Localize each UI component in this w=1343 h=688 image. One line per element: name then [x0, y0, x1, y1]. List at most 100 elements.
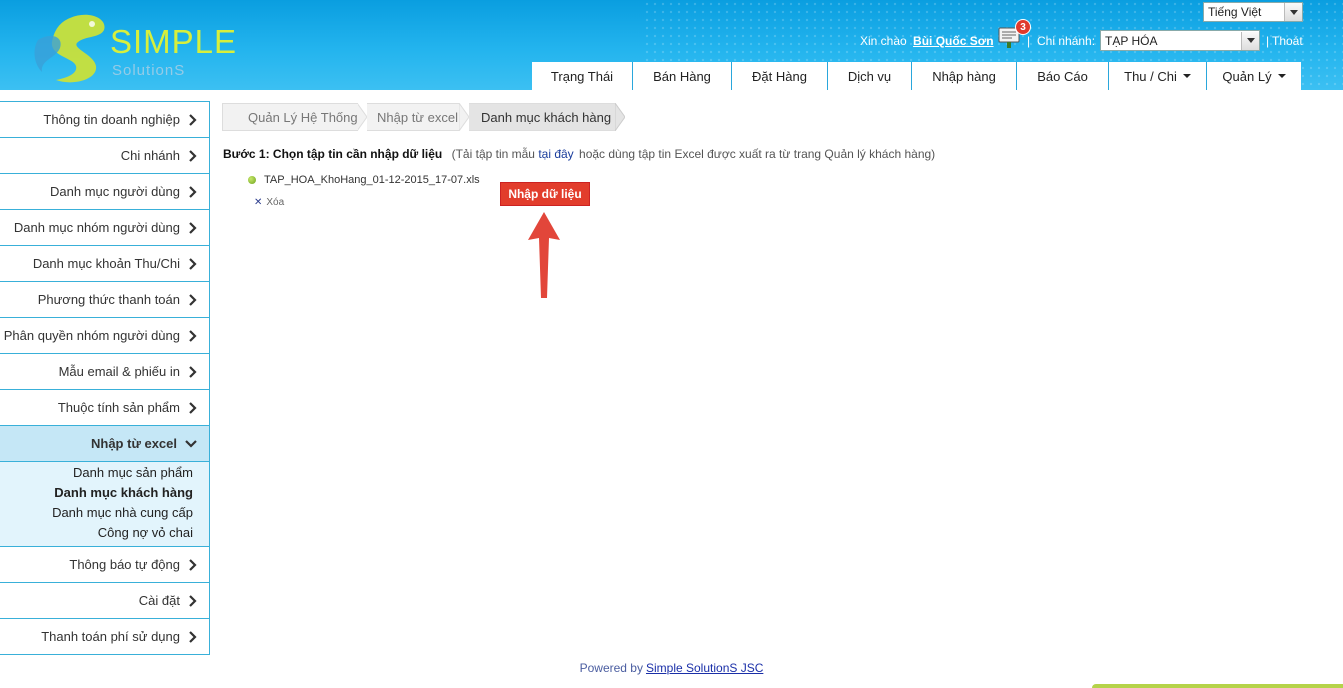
sidebar-item-label: Danh mục khoản Thu/Chi: [32, 256, 180, 271]
greeting-text: Xin chào: [860, 34, 907, 48]
branch-value: TẠP HÓA: [1105, 33, 1158, 48]
sidebar: Thông tin doanh nghiệp Chi nhánh Danh mụ…: [0, 101, 210, 655]
greeting: Xin chào Bùi Quốc Sơn: [860, 34, 994, 48]
sidebar-item-label: Mẫu email & phiếu in: [58, 364, 180, 379]
chevron-right-icon: [189, 594, 197, 607]
sidebar-item-users[interactable]: Danh mục người dùng: [0, 174, 210, 210]
tab-ban-hang[interactable]: Bán Hàng: [633, 62, 732, 90]
chevron-right-icon: [189, 329, 197, 342]
tab-dat-hang[interactable]: Đặt Hàng: [732, 62, 828, 90]
arrow-up-icon: [528, 212, 560, 298]
breadcrumb-label: Danh mục khách hàng: [481, 110, 612, 125]
breadcrumb-label: Quản Lý Hệ Thống: [248, 110, 358, 125]
chevron-right-icon: [189, 149, 197, 162]
main-nav: Trạng Thái Bán Hàng Đặt Hàng Dịch vụ Nhậ…: [532, 62, 1301, 90]
tab-label: Bán Hàng: [653, 68, 711, 84]
separator: |: [1266, 34, 1270, 48]
sidebar-item-label: Thông tin doanh nghiệp: [43, 112, 180, 127]
sidebar-item-income-expense[interactable]: Danh mục khoản Thu/Chi: [0, 246, 210, 282]
chevron-right-icon: [189, 257, 197, 270]
tab-bao-cao[interactable]: Báo Cáo: [1017, 62, 1109, 90]
chevron-right-icon: [189, 221, 197, 234]
chevron-right-icon: [189, 630, 197, 643]
file-status-icon: [248, 176, 256, 184]
tab-label: Nhập hàng: [932, 68, 996, 84]
chevron-right-icon: [189, 558, 197, 571]
breadcrumb: Quản Lý Hệ Thống Nhập từ excel Danh mục …: [222, 103, 625, 131]
separator: |: [1027, 34, 1031, 48]
breadcrumb-label: Nhập từ excel: [377, 110, 458, 125]
sidebar-item-user-groups[interactable]: Danh mục nhóm người dùng: [0, 210, 210, 246]
close-icon: ✕: [254, 197, 263, 208]
tab-label: Thu / Chi: [1124, 68, 1177, 84]
sidebar-item-usage-fee[interactable]: Thanh toán phí sử dụng: [0, 619, 210, 655]
powered-by-text: Powered by: [579, 661, 643, 675]
delete-file-button[interactable]: ✕ Xóa: [254, 197, 284, 208]
submenu-item-customers[interactable]: Danh mục khách hàng: [0, 483, 193, 503]
user-name-link[interactable]: Bùi Quốc Sơn: [913, 34, 994, 48]
tab-label: Báo Cáo: [1037, 68, 1088, 84]
sidebar-item-label: Phương thức thanh toán: [37, 292, 180, 307]
tab-label: Dịch vụ: [847, 68, 892, 84]
sidebar-item-settings[interactable]: Cài đặt: [0, 583, 210, 619]
sidebar-item-label: Cài đặt: [138, 593, 180, 608]
template-download-link[interactable]: tại đây: [538, 147, 573, 161]
breadcrumb-item-system[interactable]: Quản Lý Hệ Thống: [222, 103, 358, 131]
tab-dich-vu[interactable]: Dịch vụ: [828, 62, 912, 90]
tab-quan-ly[interactable]: Quản Lý: [1207, 62, 1301, 90]
sidebar-item-company-info[interactable]: Thông tin doanh nghiệp: [0, 102, 210, 138]
sidebar-item-label: Danh mục nhóm người dùng: [13, 220, 180, 235]
hint-after: hoặc dùng tập tin Excel được xuất ra từ …: [579, 147, 936, 161]
caret-down-icon: [1182, 74, 1191, 78]
logo-icon: [34, 14, 105, 83]
sidebar-item-auto-notifications[interactable]: Thông báo tự động: [0, 547, 210, 583]
language-value: Tiếng Việt: [1208, 5, 1262, 19]
submenu-item-bottle-debt[interactable]: Công nợ vỏ chai: [0, 523, 193, 543]
sidebar-item-label: Thanh toán phí sử dụng: [41, 629, 180, 644]
footer: Powered by Simple SolutionS JSC: [0, 661, 1343, 675]
sidebar-item-label: Thuộc tính sản phẩm: [57, 400, 180, 415]
submenu-item-suppliers[interactable]: Danh mục nhà cung cấp: [0, 503, 193, 523]
company-link[interactable]: Simple SolutionS JSC: [646, 661, 763, 675]
sidebar-item-permissions[interactable]: Phân quyền nhóm người dùng: [0, 318, 210, 354]
tab-label: Đặt Hàng: [752, 68, 807, 84]
tab-label: Quản Lý: [1222, 68, 1272, 84]
chevron-down-icon[interactable]: [1284, 3, 1302, 21]
sidebar-item-product-attributes[interactable]: Thuộc tính sản phẩm: [0, 390, 210, 426]
chevron-down-icon[interactable]: [1241, 31, 1259, 50]
delete-label: Xóa: [266, 197, 285, 208]
hint-before: (Tải tập tin mẫu: [451, 147, 535, 161]
logout-link[interactable]: Thoát: [1272, 34, 1303, 48]
footer-accent: [1092, 684, 1343, 688]
breadcrumb-item-import-excel[interactable]: Nhập từ excel: [367, 103, 459, 131]
chevron-right-icon: [189, 185, 197, 198]
logo[interactable]: SIMPLE SolutionS: [30, 10, 236, 85]
tab-nhap-hang[interactable]: Nhập hàng: [912, 62, 1017, 90]
sidebar-item-label: Phân quyền nhóm người dùng: [3, 328, 180, 343]
sidebar-item-payment-methods[interactable]: Phương thức thanh toán: [0, 282, 210, 318]
chevron-right-icon: [189, 365, 197, 378]
chevron-down-icon: [185, 439, 197, 448]
notification-button[interactable]: 3: [997, 19, 1031, 50]
header-bar: SIMPLE SolutionS Tiếng Việt Xin chào Bùi…: [0, 0, 1343, 90]
branch-select[interactable]: TẠP HÓA: [1100, 30, 1260, 51]
breadcrumb-item-customers: Danh mục khách hàng: [469, 103, 615, 131]
sidebar-item-label: Chi nhánh: [120, 148, 180, 163]
import-data-button[interactable]: Nhập dữ liệu: [500, 182, 590, 206]
tab-trang-thai[interactable]: Trạng Thái: [532, 62, 633, 90]
sidebar-item-label: Danh mục người dùng: [50, 184, 180, 199]
breadcrumb-end-icon: [615, 103, 625, 131]
submenu-item-products[interactable]: Danh mục sản phẩm: [0, 463, 193, 483]
sidebar-item-import-excel[interactable]: Nhập từ excel: [0, 426, 210, 462]
language-select[interactable]: Tiếng Việt: [1203, 2, 1303, 22]
sidebar-submenu: Danh mục sản phẩm Danh mục khách hàng Da…: [0, 462, 210, 547]
logo-subtext: SolutionS: [112, 62, 186, 79]
step-label: Bước 1: Chọn tập tin cần nhập dữ liệu: [223, 147, 443, 161]
sidebar-item-email-templates[interactable]: Mẫu email & phiếu in: [0, 354, 210, 390]
step-instruction: Bước 1: Chọn tập tin cần nhập dữ liệu (T…: [223, 147, 935, 161]
tab-label: Trạng Thái: [550, 68, 614, 84]
tab-thu-chi[interactable]: Thu / Chi: [1109, 62, 1207, 90]
breadcrumb-separator-icon: [357, 103, 367, 131]
breadcrumb-separator-icon: [459, 103, 469, 131]
sidebar-item-branch[interactable]: Chi nhánh: [0, 138, 210, 174]
